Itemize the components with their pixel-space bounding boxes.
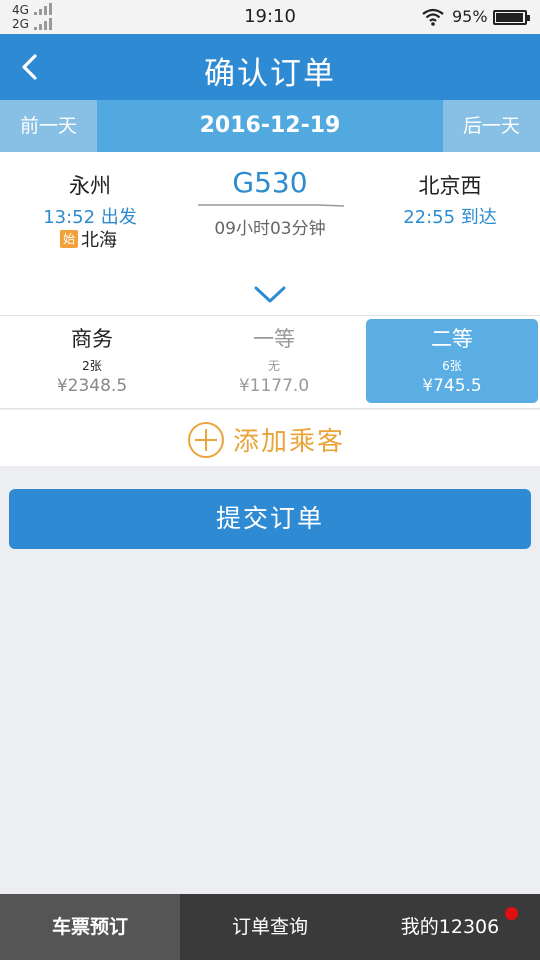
tab-my-12306[interactable]: 我的12306 xyxy=(360,894,540,960)
seat-name: 二等 xyxy=(431,327,473,351)
seat-name: 商务 xyxy=(71,327,113,351)
submit-order-button[interactable]: 提交订单 xyxy=(9,489,531,549)
origin-station: 始 北海 xyxy=(60,228,117,251)
seat-count: 无 xyxy=(267,359,280,373)
add-passenger-button[interactable]: 添加乘客 xyxy=(0,410,540,466)
seat-option-second-class[interactable]: 二等 6张 ¥745.5 xyxy=(366,319,538,403)
next-day-button[interactable]: 后一天 xyxy=(443,100,540,152)
prev-day-button[interactable]: 前一天 xyxy=(0,100,97,152)
seat-price: ¥745.5 xyxy=(422,376,482,396)
seat-count: 6张 xyxy=(442,359,462,373)
chevron-left-icon xyxy=(22,54,37,80)
wifi-icon xyxy=(422,8,444,26)
page-title: 确认订单 xyxy=(204,56,336,92)
seat-option-first-class[interactable]: 一等 无 ¥1177.0 xyxy=(188,319,360,403)
add-passenger-label: 添加乘客 xyxy=(233,427,346,457)
expand-button[interactable] xyxy=(248,280,292,308)
battery-icon xyxy=(493,10,530,25)
travel-duration: 09小时03分钟 xyxy=(214,219,326,239)
back-button[interactable] xyxy=(6,40,60,94)
status-bar: 4G 2G 19:10 95% xyxy=(0,0,540,34)
from-station: 永州 xyxy=(69,174,111,198)
seat-count: 2张 xyxy=(82,359,102,373)
nav-bar: 确认订单 xyxy=(0,34,540,100)
travel-date: 2016-12-19 xyxy=(199,113,341,138)
seat-price: ¥1177.0 xyxy=(238,376,310,396)
battery-percent: 95% xyxy=(452,7,488,26)
arrival-time: 22:55 到达 xyxy=(403,207,497,228)
origin-badge: 始 xyxy=(60,230,78,248)
tab-ticket-booking[interactable]: 车票预订 xyxy=(0,894,180,960)
seat-price: ¥2348.5 xyxy=(56,376,128,396)
date-bar: 前一天 2016-12-19 后一天 xyxy=(0,100,540,152)
train-number: G530 xyxy=(232,166,308,199)
notification-dot xyxy=(505,907,518,920)
plus-circle-icon xyxy=(188,422,224,458)
seat-name: 一等 xyxy=(253,327,295,351)
origin-station-name: 北海 xyxy=(81,230,117,251)
route-arrow-icon xyxy=(198,204,344,207)
bottom-tab-bar: 车票预订 订单查询 我的12306 xyxy=(0,894,540,960)
chevron-down-icon xyxy=(254,286,286,303)
seat-class-selector: 商务 2张 ¥2348.5 一等 无 ¥1177.0 二等 6张 ¥745.5 xyxy=(0,315,540,409)
train-info-card: 永州 13:52 出发 始 北海 G530 09小时03分钟 北京西 22:55… xyxy=(0,152,540,315)
to-station: 北京西 xyxy=(418,174,482,198)
seat-option-business[interactable]: 商务 2张 ¥2348.5 xyxy=(6,319,178,403)
tab-order-query[interactable]: 订单查询 xyxy=(180,894,360,960)
